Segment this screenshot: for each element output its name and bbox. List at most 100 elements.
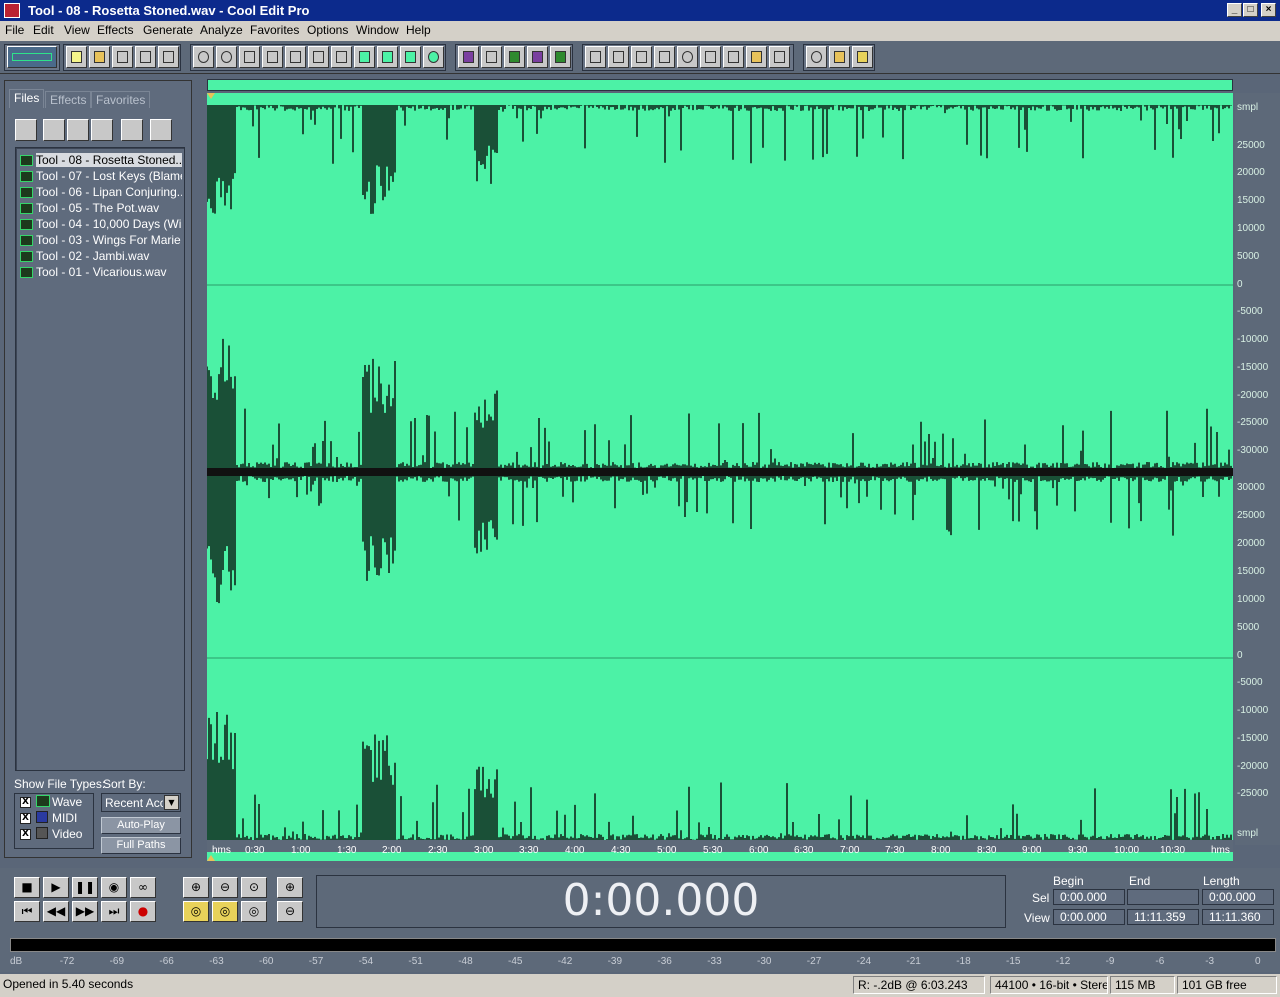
- menu-generate[interactable]: Generate: [143, 23, 193, 37]
- cut-icon[interactable]: [308, 46, 329, 68]
- file-item[interactable]: Tool - 01 - Vicarious.wav: [20, 264, 182, 280]
- fast-forward-button[interactable]: ▶▶: [72, 901, 98, 922]
- spectral-view-icon[interactable]: [458, 46, 479, 68]
- menu-edit[interactable]: Edit: [33, 23, 54, 37]
- wave-type-label: Wave: [52, 795, 83, 809]
- find-icon[interactable]: [423, 46, 444, 68]
- view-length-field[interactable]: 11:11.360: [1202, 909, 1274, 925]
- close-button[interactable]: ×: [1261, 3, 1276, 17]
- app-icon[interactable]: [4, 3, 20, 18]
- chevron-down-icon[interactable]: ▼: [164, 795, 179, 810]
- waveform-display[interactable]: [207, 93, 1233, 861]
- paste-new-icon[interactable]: [354, 46, 375, 68]
- stop-button[interactable]: ■: [14, 877, 40, 898]
- menu-favorites[interactable]: Favorites: [250, 23, 299, 37]
- selection-window-icon[interactable]: [723, 46, 744, 68]
- help-icon[interactable]: [150, 119, 172, 141]
- file-item[interactable]: Tool - 02 - Jambi.wav: [20, 248, 182, 264]
- sel-end-field[interactable]: [1127, 889, 1199, 905]
- paste-icon[interactable]: [331, 46, 352, 68]
- zoom-in-icon[interactable]: ⊕: [183, 877, 209, 898]
- midi-checkbox[interactable]: X: [20, 813, 31, 824]
- file-item[interactable]: Tool - 07 - Lost Keys (Blame...: [20, 168, 182, 184]
- spectral-display-icon[interactable]: [527, 46, 548, 68]
- tab-effects[interactable]: Effects: [45, 91, 92, 108]
- play-to-end-button[interactable]: ◉: [101, 877, 127, 898]
- file-item[interactable]: Tool - 08 - Rosetta Stoned....: [20, 152, 182, 168]
- tab-favorites[interactable]: Favorites: [91, 91, 151, 108]
- waveform-view-icon[interactable]: [504, 46, 525, 68]
- file-item[interactable]: Tool - 06 - Lipan Conjuring....: [20, 184, 182, 200]
- scripts-icon[interactable]: [829, 46, 850, 68]
- auto-play-button[interactable]: Auto-Play: [101, 817, 181, 834]
- redo-icon[interactable]: [216, 46, 237, 68]
- view-end-field[interactable]: 11:11.359: [1127, 909, 1199, 925]
- new-file-icon[interactable]: [66, 46, 87, 68]
- pause-button[interactable]: ❚❚: [72, 877, 98, 898]
- auto-play-icon[interactable]: [121, 119, 143, 141]
- menu-view[interactable]: View: [64, 23, 90, 37]
- sel-begin-field[interactable]: 0:00.000: [1053, 889, 1125, 905]
- tab-files[interactable]: Files: [9, 89, 45, 108]
- time-window-icon[interactable]: [700, 46, 721, 68]
- minimize-button[interactable]: _: [1227, 3, 1242, 17]
- go-to-end-button[interactable]: ⏭: [101, 901, 127, 922]
- overview-bar[interactable]: [207, 79, 1233, 91]
- trim-icon[interactable]: [400, 46, 421, 68]
- transport-window-icon[interactable]: [654, 46, 675, 68]
- zoom-out-vertical-icon[interactable]: ⊖: [277, 901, 303, 922]
- close-file-icon[interactable]: [43, 119, 65, 141]
- organizer-icon[interactable]: [585, 46, 606, 68]
- save-icon[interactable]: [112, 46, 133, 68]
- play-list-icon[interactable]: [631, 46, 652, 68]
- menu-window[interactable]: Window: [356, 23, 399, 37]
- multitrack-toggle-icon[interactable]: [7, 46, 57, 68]
- status-bar-icon[interactable]: [769, 46, 790, 68]
- save-as-icon[interactable]: [135, 46, 156, 68]
- zoom-selection-icon[interactable]: ◎: [241, 901, 267, 922]
- zoom-window-icon[interactable]: [677, 46, 698, 68]
- undo-icon[interactable]: [193, 46, 214, 68]
- level-meter-icon[interactable]: [746, 46, 767, 68]
- play-button[interactable]: ▶: [43, 877, 69, 898]
- zoom-full-icon[interactable]: ⊙: [241, 877, 267, 898]
- help-icon[interactable]: [852, 46, 873, 68]
- insert-icon[interactable]: [67, 119, 89, 141]
- zoom-out-icon[interactable]: ⊖: [212, 877, 238, 898]
- save-all-icon[interactable]: [158, 46, 179, 68]
- file-item[interactable]: Tool - 04 - 10,000 Days (Wi...: [20, 216, 182, 232]
- view-begin-field[interactable]: 0:00.000: [1053, 909, 1125, 925]
- wave-checkbox[interactable]: X: [20, 797, 31, 808]
- menu-file[interactable]: File: [5, 23, 24, 37]
- cue-list-icon[interactable]: [608, 46, 629, 68]
- mix-paste-icon[interactable]: [377, 46, 398, 68]
- menu-analyze[interactable]: Analyze: [200, 23, 243, 37]
- select-all-icon[interactable]: [262, 46, 283, 68]
- maximize-button[interactable]: □: [1243, 3, 1258, 17]
- sel-length-field[interactable]: 0:00.000: [1202, 889, 1274, 905]
- video-checkbox[interactable]: X: [20, 829, 31, 840]
- go-to-start-button[interactable]: ⏮: [14, 901, 40, 922]
- menu-options[interactable]: Options: [307, 23, 348, 37]
- settings-icon[interactable]: [806, 46, 827, 68]
- repeat-icon[interactable]: [239, 46, 260, 68]
- open-file-icon[interactable]: [89, 46, 110, 68]
- rewind-button[interactable]: ◀◀: [43, 901, 69, 922]
- full-paths-button[interactable]: Full Paths: [101, 837, 181, 854]
- open-folder-icon[interactable]: [15, 119, 37, 141]
- cue-icon[interactable]: [481, 46, 502, 68]
- copy-icon[interactable]: [285, 46, 306, 68]
- loop-button[interactable]: ∞: [130, 877, 156, 898]
- edit-file-icon[interactable]: [91, 119, 113, 141]
- record-button[interactable]: ●: [130, 901, 156, 922]
- zoom-in-vertical-icon[interactable]: ⊕: [277, 877, 303, 898]
- menu-effects[interactable]: Effects: [97, 23, 133, 37]
- file-item[interactable]: Tool - 03 - Wings For Marie ...: [20, 232, 182, 248]
- zoom-to-left-icon[interactable]: ◎: [183, 901, 209, 922]
- menu-help[interactable]: Help: [406, 23, 431, 37]
- time-tick-label: 1:00: [291, 845, 311, 856]
- mono-view-icon[interactable]: [550, 46, 571, 68]
- sort-by-select[interactable]: Recent Acc ▼: [101, 793, 181, 812]
- zoom-to-right-icon[interactable]: ◎: [212, 901, 238, 922]
- file-item[interactable]: Tool - 05 - The Pot.wav: [20, 200, 182, 216]
